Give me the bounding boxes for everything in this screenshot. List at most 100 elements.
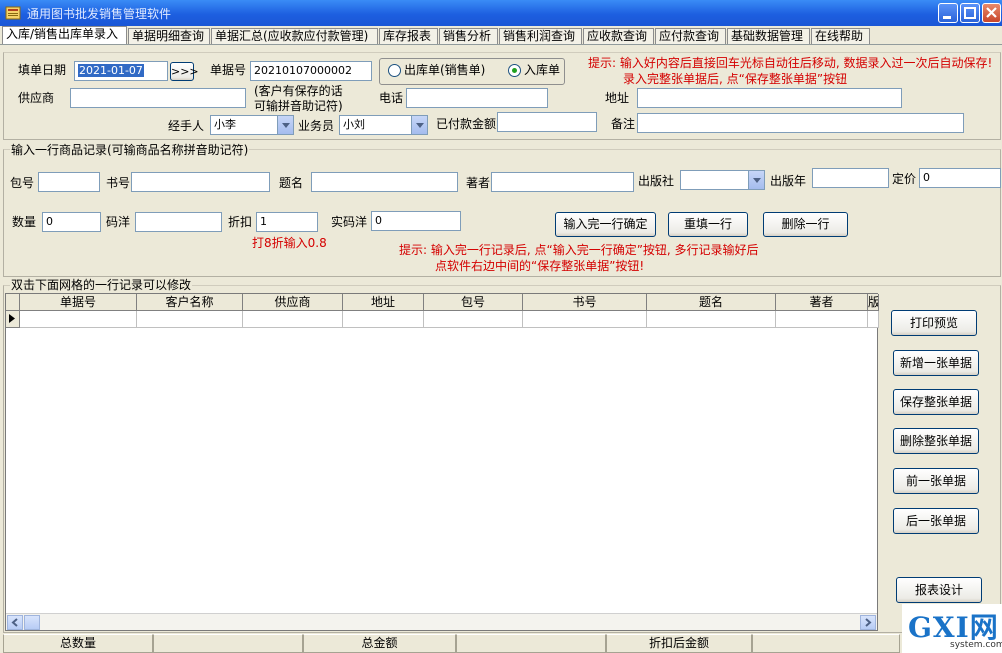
column-header[interactable]: 客户名称 [137, 294, 243, 311]
date-value: 2021-01-07 [78, 64, 144, 77]
handler-select[interactable]: 小李 [210, 115, 294, 135]
isbn-label: 书号 [106, 176, 131, 190]
scroll-thumb[interactable] [24, 615, 40, 630]
radio-in-label[interactable]: 入库单 [524, 63, 560, 78]
column-header[interactable]: 地址 [343, 294, 424, 311]
status-discount-amount: 折扣后金额 [606, 634, 752, 653]
column-header[interactable]: 供应商 [243, 294, 343, 311]
entry-section-title: 输入一行商品记录(可输商品名称拼音助记符) [10, 143, 250, 158]
minimize-button[interactable] [938, 3, 958, 23]
radio-out-label[interactable]: 出库单(销售单) [404, 63, 485, 78]
watermark-subtext: system.com [950, 640, 1002, 650]
supplier-input[interactable] [70, 88, 246, 108]
column-header[interactable]: 版 [868, 294, 879, 311]
phone-input[interactable] [406, 88, 548, 108]
qty-input[interactable]: 0 [42, 212, 101, 232]
close-icon [986, 7, 997, 18]
tab-summary[interactable]: 单据汇总(应收款应付款管理) [211, 28, 378, 44]
row-pointer-icon [9, 314, 15, 323]
grid-cell[interactable] [343, 311, 424, 328]
column-header[interactable]: 著者 [776, 294, 868, 311]
chevron-down-icon[interactable] [277, 116, 293, 134]
real-code-label: 实码洋 [331, 215, 368, 229]
year-input[interactable] [812, 168, 889, 188]
tab-detail-query[interactable]: 单据明细查询 [128, 28, 210, 44]
report-design-button[interactable]: 报表设计 [896, 577, 982, 603]
column-header[interactable]: 题名 [647, 294, 776, 311]
discount-hint: 打8折输入0.8 [252, 236, 327, 250]
reset-row-button[interactable]: 重填一行 [668, 212, 748, 237]
tab-entry[interactable]: 入库/销售出库单录入 [2, 26, 127, 44]
date-picker-button[interactable]: >>> [170, 62, 199, 81]
grid-cell[interactable] [868, 311, 879, 328]
chevron-down-icon[interactable] [748, 171, 764, 189]
grid-cell[interactable] [776, 311, 868, 328]
tip-save-hint: 点软件右边中间的“保存整张单据”按钮! [435, 259, 645, 273]
handler-value: 小李 [214, 118, 236, 131]
tab-help[interactable]: 在线帮助 [811, 28, 870, 44]
column-header[interactable]: 包号 [424, 294, 523, 311]
date-input[interactable]: 2021-01-07 [74, 61, 168, 81]
chevron-down-icon[interactable] [411, 116, 427, 134]
author-input[interactable] [491, 172, 634, 192]
next-bill-button[interactable]: 后一张单据 [893, 508, 979, 534]
year-label: 出版年 [770, 174, 807, 188]
remark-label: 备注 [611, 117, 636, 131]
scroll-right-button[interactable] [860, 615, 876, 630]
prev-bill-button[interactable]: 前一张单据 [893, 468, 979, 494]
salesman-select[interactable]: 小刘 [339, 115, 428, 135]
title-input[interactable] [311, 172, 458, 192]
tip-confirm-row: 提示: 输入完一行记录后, 点“输入完一行确定”按钮, 多行记录输好后 [399, 243, 759, 257]
tab-payable[interactable]: 应付款查询 [655, 28, 726, 44]
grid-cell[interactable] [20, 311, 137, 328]
column-header[interactable]: 单据号 [20, 294, 137, 311]
records-grid[interactable]: 单据号 客户名称 供应商 地址 包号 书号 题名 著者 版 [5, 293, 879, 631]
isbn-input[interactable] [131, 172, 270, 192]
print-preview-button[interactable]: 打印预览 [891, 310, 977, 336]
arrow-right-icon [865, 618, 872, 627]
address-input[interactable] [637, 88, 902, 108]
new-bill-button[interactable]: 新增一张单据 [893, 350, 979, 376]
title-bar: 通用图书批发销售管理软件 [0, 0, 1002, 26]
tab-receivable[interactable]: 应收款查询 [583, 28, 654, 44]
discount-label: 折扣 [228, 215, 253, 229]
price-input[interactable]: 0 [919, 168, 1001, 188]
delete-bill-button[interactable]: 删除整张单据 [893, 428, 979, 454]
save-bill-button[interactable]: 保存整张单据 [893, 389, 979, 415]
tab-base-data[interactable]: 基础数据管理 [727, 28, 810, 44]
tab-profit[interactable]: 销售利润查询 [499, 28, 582, 44]
real-code-input[interactable]: 0 [371, 211, 461, 231]
grid-cell[interactable] [137, 311, 243, 328]
tip-save-bill: 录入完整张单据后, 点“保存整张单据”按钮 [623, 72, 848, 86]
radio-in[interactable] [508, 64, 521, 77]
grid-cell[interactable] [647, 311, 776, 328]
paid-input[interactable] [497, 112, 597, 132]
discount-input[interactable]: 1 [256, 212, 318, 232]
tab-inventory[interactable]: 库存报表 [379, 28, 438, 44]
publisher-select[interactable] [680, 170, 765, 190]
close-button[interactable] [982, 3, 1001, 23]
delete-row-button[interactable]: 删除一行 [763, 212, 848, 237]
grid-cell[interactable] [523, 311, 647, 328]
row-indicator[interactable] [6, 311, 20, 328]
remark-input[interactable] [637, 113, 964, 133]
status-total-qty: 总数量 [3, 634, 153, 653]
maximize-button[interactable] [960, 3, 980, 23]
billno-input[interactable]: 20210107000002 [250, 61, 372, 81]
supplier-note-1: (客户有保存的话 [254, 84, 343, 98]
app-icon [5, 6, 21, 20]
paid-label: 已付款金额 [436, 117, 497, 131]
code-input[interactable] [135, 212, 222, 232]
tab-sales-analysis[interactable]: 销售分析 [439, 28, 498, 44]
grid-cell[interactable] [424, 311, 523, 328]
status-total-amount: 总金额 [303, 634, 456, 653]
pkg-input[interactable] [38, 172, 100, 192]
horizontal-scrollbar[interactable] [6, 613, 877, 630]
scroll-left-button[interactable] [7, 615, 23, 630]
confirm-row-button[interactable]: 输入完一行确定 [555, 212, 656, 237]
status-bar: 总数量 总金额 折扣后金额 [0, 634, 1002, 653]
column-header[interactable]: 书号 [523, 294, 647, 311]
publisher-label: 出版社 [638, 174, 675, 188]
radio-out[interactable] [388, 64, 401, 77]
grid-cell[interactable] [243, 311, 343, 328]
